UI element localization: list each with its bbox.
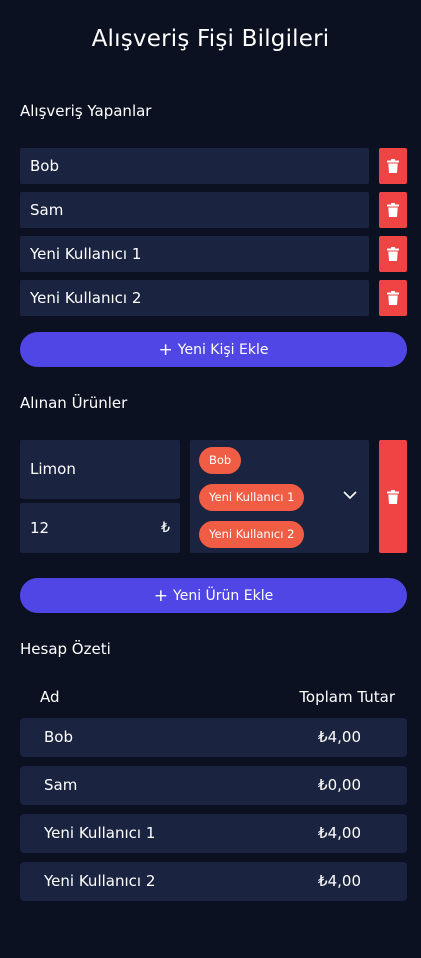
summary-row: Yeni Kullanıcı 2 ₺4,00 bbox=[20, 862, 407, 901]
trash-icon bbox=[387, 247, 399, 261]
add-product-button[interactable]: + Yeni Ürün Ekle bbox=[20, 578, 407, 613]
summary-row-name: Yeni Kullanıcı 1 bbox=[44, 824, 156, 842]
summary-row-name: Bob bbox=[44, 728, 73, 746]
trash-icon bbox=[387, 159, 399, 173]
assignee-chip[interactable]: Yeni Kullanıcı 1 bbox=[199, 484, 305, 511]
summary-col-total: Toplam Tutar bbox=[299, 688, 395, 706]
plus-icon: + bbox=[153, 585, 169, 606]
summary-row: Sam ₺0,00 bbox=[20, 766, 407, 805]
add-product-label: Yeni Ürün Ekle bbox=[173, 587, 274, 604]
summary-row-name: Yeni Kullanıcı 2 bbox=[44, 872, 156, 890]
summary-row-total: ₺4,00 bbox=[318, 872, 361, 890]
summary-section-label: Hesap Özeti bbox=[20, 640, 111, 658]
delete-shopper-button[interactable] bbox=[379, 148, 407, 184]
products-section-label: Alınan Ürünler bbox=[20, 394, 128, 412]
plus-icon: + bbox=[158, 339, 173, 360]
shopper-row: Yeni Kullanıcı 1 bbox=[20, 236, 407, 272]
trash-icon bbox=[387, 489, 399, 504]
shopper-name-input[interactable]: Bob bbox=[20, 148, 369, 184]
delete-shopper-button[interactable] bbox=[379, 236, 407, 272]
page-title: Alışveriş Fişi Bilgileri bbox=[91, 26, 330, 52]
delete-shopper-button[interactable] bbox=[379, 192, 407, 228]
summary-row-total: ₺4,00 bbox=[318, 728, 361, 746]
add-shopper-label: Yeni Kişi Ekle bbox=[177, 341, 269, 358]
product-assignee-select[interactable]: Bob Yeni Kullanıcı 1 Yeni Kullanıcı 2 bbox=[190, 440, 369, 553]
trash-icon bbox=[387, 203, 399, 217]
add-shopper-button[interactable]: + Yeni Kişi Ekle bbox=[20, 332, 407, 367]
summary-row: Yeni Kullanıcı 1 ₺4,00 bbox=[20, 814, 407, 853]
summary-row-name: Sam bbox=[44, 776, 78, 794]
shopper-name-input[interactable]: Yeni Kullanıcı 1 bbox=[20, 236, 369, 272]
product-price-input[interactable]: 12 ₺ bbox=[20, 503, 180, 553]
product-name-input[interactable]: Limon bbox=[20, 440, 180, 499]
shopper-row: Bob bbox=[20, 148, 407, 184]
summary-row: Bob ₺4,00 bbox=[20, 718, 407, 757]
assignee-chip[interactable]: Yeni Kullanıcı 2 bbox=[199, 521, 305, 548]
shopper-name-input[interactable]: Yeni Kullanıcı 2 bbox=[20, 280, 369, 316]
summary-row-total: ₺0,00 bbox=[318, 776, 361, 794]
summary-table-header: Ad Toplam Tutar bbox=[20, 686, 407, 710]
delete-product-button[interactable] bbox=[379, 440, 407, 553]
assignee-chip[interactable]: Bob bbox=[199, 447, 242, 474]
shopper-name-input[interactable]: Sam bbox=[20, 192, 369, 228]
shopper-row: Yeni Kullanıcı 2 bbox=[20, 280, 407, 316]
summary-row-total: ₺4,00 bbox=[318, 824, 361, 842]
trash-icon bbox=[387, 291, 399, 305]
shopper-row: Sam bbox=[20, 192, 407, 228]
summary-col-name: Ad bbox=[40, 688, 60, 706]
receipt-page: Alışveriş Fişi Bilgileri Alışveriş Yapan… bbox=[0, 0, 421, 958]
shoppers-section-label: Alışveriş Yapanlar bbox=[20, 102, 152, 120]
product-price-value: 12 bbox=[30, 519, 50, 537]
chevron-down-icon[interactable] bbox=[342, 489, 358, 501]
currency-symbol: ₺ bbox=[161, 520, 170, 536]
delete-shopper-button[interactable] bbox=[379, 280, 407, 316]
